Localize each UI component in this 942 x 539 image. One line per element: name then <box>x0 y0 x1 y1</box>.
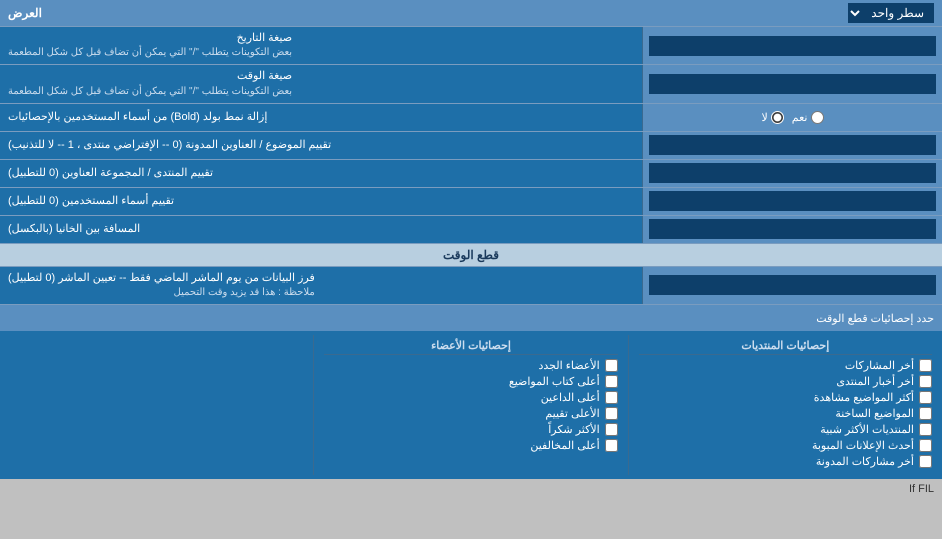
list-item: أكثر المواضيع مشاهدة <box>639 391 932 404</box>
time-format-input[interactable]: H:i <box>649 74 936 94</box>
top-lurkers-label: أعلى المخالفين <box>530 439 599 452</box>
last-posts-checkbox[interactable] <box>919 359 932 372</box>
col-divider <box>628 335 629 475</box>
time-cut-input[interactable]: 0 <box>649 275 936 295</box>
col-divider-2 <box>313 335 314 475</box>
forum-order-row: 33 تقييم المنتدى / المجموعة العناوين (0 … <box>0 160 942 188</box>
top-active-label: أعلى الداعين <box>541 391 600 404</box>
top-rated-label: الأعلى تقييم <box>545 407 599 420</box>
bold-remove-input-wrapper[interactable]: نعم لا <box>642 104 942 131</box>
list-item: الأكثر شكراً <box>324 423 617 436</box>
bold-yes-radio[interactable] <box>811 111 824 124</box>
top-active-checkbox[interactable] <box>605 391 618 404</box>
gap-label: المسافة بين الخانيا (بالبكسل) <box>0 216 642 243</box>
last-notes-label: أخر مشاركات المدونة <box>816 455 914 468</box>
list-item: الأعلى تقييم <box>324 407 617 420</box>
date-format-label: صيغة التاريخ بعض التكوينات يتطلب "/" الت… <box>0 27 642 64</box>
date-format-row: d-m صيغة التاريخ بعض التكوينات يتطلب "/"… <box>0 27 942 65</box>
list-item: أعلى المخالفين <box>324 439 617 452</box>
checkbox-columns: إحصائيات المنتديات أخر المشاركات أخر أخب… <box>0 331 942 479</box>
time-cut-input-wrapper[interactable]: 0 <box>642 267 942 304</box>
users-order-input[interactable]: 0 <box>649 191 936 211</box>
time-cut-row: 0 فرز البيانات من يوم الماشر الماضي فقط … <box>0 267 942 305</box>
old-topics-label: المواضيع الساخنة <box>835 407 914 420</box>
list-item: أخر المشاركات <box>639 359 932 372</box>
gap-input[interactable]: 2 <box>649 219 936 239</box>
time-cut-label: فرز البيانات من يوم الماشر الماضي فقط --… <box>0 267 642 304</box>
forum-stats-header: إحصائيات المنتديات <box>639 339 932 355</box>
bold-remove-label: إزالة نمط بولد (Bold) من أسماء المستخدمي… <box>0 104 642 131</box>
topic-order-row: 33 تقييم الموضوع / العناوين المدونة (0 -… <box>0 132 942 160</box>
date-format-input-wrapper[interactable]: d-m <box>642 27 942 64</box>
recent-ads-label: أحدث الإعلانات المبوبة <box>812 439 914 452</box>
forum-news-checkbox[interactable] <box>919 375 932 388</box>
stats-label: حدد إحصائيات قطع الوقت <box>8 312 934 325</box>
bottom-text: If FIL <box>909 483 934 495</box>
time-format-label: صيغة الوقت بعض التكوينات يتطلب "/" التي … <box>0 65 642 102</box>
new-members-label: الأعضاء الجدد <box>538 359 599 372</box>
top-posters-checkbox[interactable] <box>605 375 618 388</box>
stats-label-row: حدد إحصائيات قطع الوقت <box>0 305 942 331</box>
display-select[interactable]: سطر واحد سطرين ثلاثة أسطر <box>848 3 934 23</box>
header-title: العرض <box>8 6 42 20</box>
top-posters-label: أعلى كتاب المواضيع <box>509 375 600 388</box>
bold-no-radio[interactable] <box>771 111 784 124</box>
last-notes-checkbox[interactable] <box>919 455 932 468</box>
right-col <box>0 335 313 475</box>
bold-yes-label[interactable]: نعم <box>792 111 824 124</box>
list-item: الأعضاء الجدد <box>324 359 617 372</box>
gap-row: 2 المسافة بين الخانيا (بالبكسل) <box>0 216 942 244</box>
old-topics-checkbox[interactable] <box>919 407 932 420</box>
users-order-input-wrapper[interactable]: 0 <box>642 188 942 215</box>
time-format-input-wrapper[interactable]: H:i <box>642 65 942 102</box>
most-viewed-checkbox[interactable] <box>919 391 932 404</box>
new-members-checkbox[interactable] <box>605 359 618 372</box>
list-item: المنتديات الأكثر شبية <box>639 423 932 436</box>
forum-order-input[interactable]: 33 <box>649 163 936 183</box>
forum-news-label: أخر أخبار المنتدى <box>836 375 914 388</box>
forum-order-label: تقييم المنتدى / المجموعة العناوين (0 للت… <box>0 160 642 187</box>
list-item: أعلى الداعين <box>324 391 617 404</box>
most-thanked-checkbox[interactable] <box>605 423 618 436</box>
time-cut-header: قطع الوقت <box>0 244 942 267</box>
time-format-row: H:i صيغة الوقت بعض التكوينات يتطلب "/" ا… <box>0 65 942 103</box>
last-posts-label: أخر المشاركات <box>845 359 914 372</box>
topic-order-input-wrapper[interactable]: 33 <box>642 132 942 159</box>
top-lurkers-checkbox[interactable] <box>605 439 618 452</box>
member-stats-col: إحصائيات الأعضاء الأعضاء الجدد أعلى كتاب… <box>314 335 627 475</box>
similar-forums-label: المنتديات الأكثر شبية <box>820 423 914 436</box>
bold-radio-group: نعم لا <box>762 111 824 124</box>
users-order-row: 0 تقييم أسماء المستخدمين (0 للتطبيل) <box>0 188 942 216</box>
list-item: أعلى كتاب المواضيع <box>324 375 617 388</box>
forum-order-input-wrapper[interactable]: 33 <box>642 160 942 187</box>
bottom-bar: If FIL <box>0 479 942 499</box>
list-item: أخر مشاركات المدونة <box>639 455 932 468</box>
bold-no-label[interactable]: لا <box>762 111 784 124</box>
similar-forums-checkbox[interactable] <box>919 423 932 436</box>
recent-ads-checkbox[interactable] <box>919 439 932 452</box>
display-select-wrapper[interactable]: سطر واحد سطرين ثلاثة أسطر <box>848 3 934 23</box>
list-item: المواضيع الساخنة <box>639 407 932 420</box>
list-item: أحدث الإعلانات المبوبة <box>639 439 932 452</box>
most-thanked-label: الأكثر شكراً <box>548 423 599 436</box>
date-format-input[interactable]: d-m <box>649 36 936 56</box>
forum-stats-col: إحصائيات المنتديات أخر المشاركات أخر أخب… <box>629 335 942 475</box>
member-stats-header: إحصائيات الأعضاء <box>324 339 617 355</box>
topic-order-input[interactable]: 33 <box>649 135 936 155</box>
top-rated-checkbox[interactable] <box>605 407 618 420</box>
gap-input-wrapper[interactable]: 2 <box>642 216 942 243</box>
topic-order-label: تقييم الموضوع / العناوين المدونة (0 -- ا… <box>0 132 642 159</box>
list-item: أخر أخبار المنتدى <box>639 375 932 388</box>
bold-remove-row: نعم لا إزالة نمط بولد (Bold) من أسماء ال… <box>0 104 942 132</box>
users-order-label: تقييم أسماء المستخدمين (0 للتطبيل) <box>0 188 642 215</box>
header-row: سطر واحد سطرين ثلاثة أسطر العرض <box>0 0 942 27</box>
most-viewed-label: أكثر المواضيع مشاهدة <box>814 391 914 404</box>
